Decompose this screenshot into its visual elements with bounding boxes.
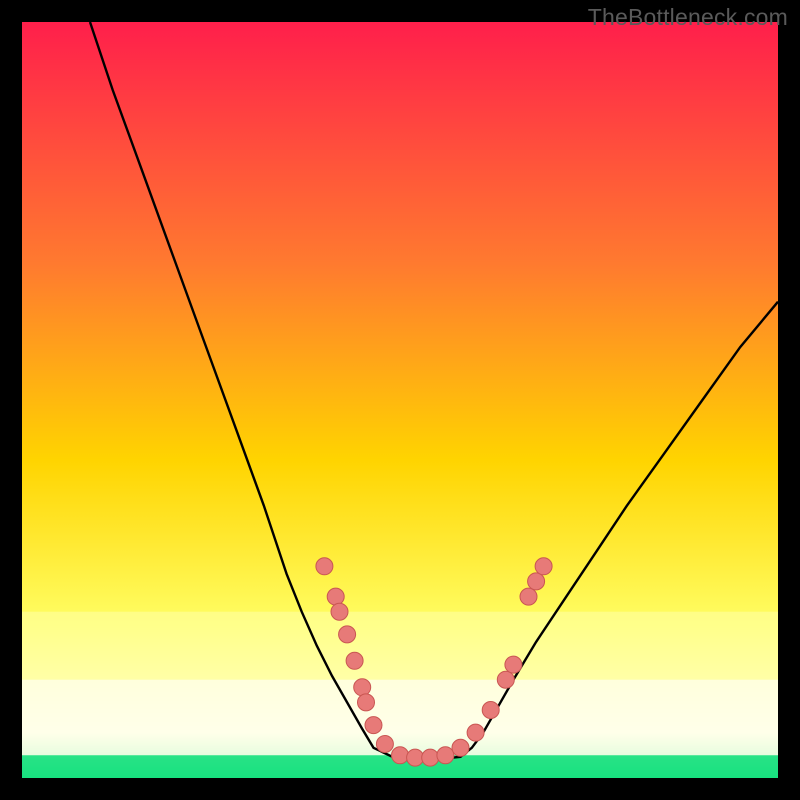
data-point (520, 588, 537, 605)
data-point (452, 739, 469, 756)
data-point (376, 736, 393, 753)
chart-stage: TheBottleneck.com (0, 0, 800, 800)
data-point (339, 626, 356, 643)
cream-band (22, 680, 778, 756)
watermark-text: TheBottleneck.com (588, 4, 788, 31)
data-point (358, 694, 375, 711)
data-point (392, 747, 409, 764)
data-point (482, 702, 499, 719)
bottleneck-chart (22, 22, 778, 778)
data-point (407, 749, 424, 766)
data-point (497, 671, 514, 688)
pale-yellow-band (22, 612, 778, 680)
data-point (331, 603, 348, 620)
data-point (365, 717, 382, 734)
data-point (346, 652, 363, 669)
data-point (528, 573, 545, 590)
data-point (467, 724, 484, 741)
data-point (316, 558, 333, 575)
data-point (354, 679, 371, 696)
data-point (422, 749, 439, 766)
data-point (327, 588, 344, 605)
data-point (535, 558, 552, 575)
data-point (505, 656, 522, 673)
data-point (437, 747, 454, 764)
